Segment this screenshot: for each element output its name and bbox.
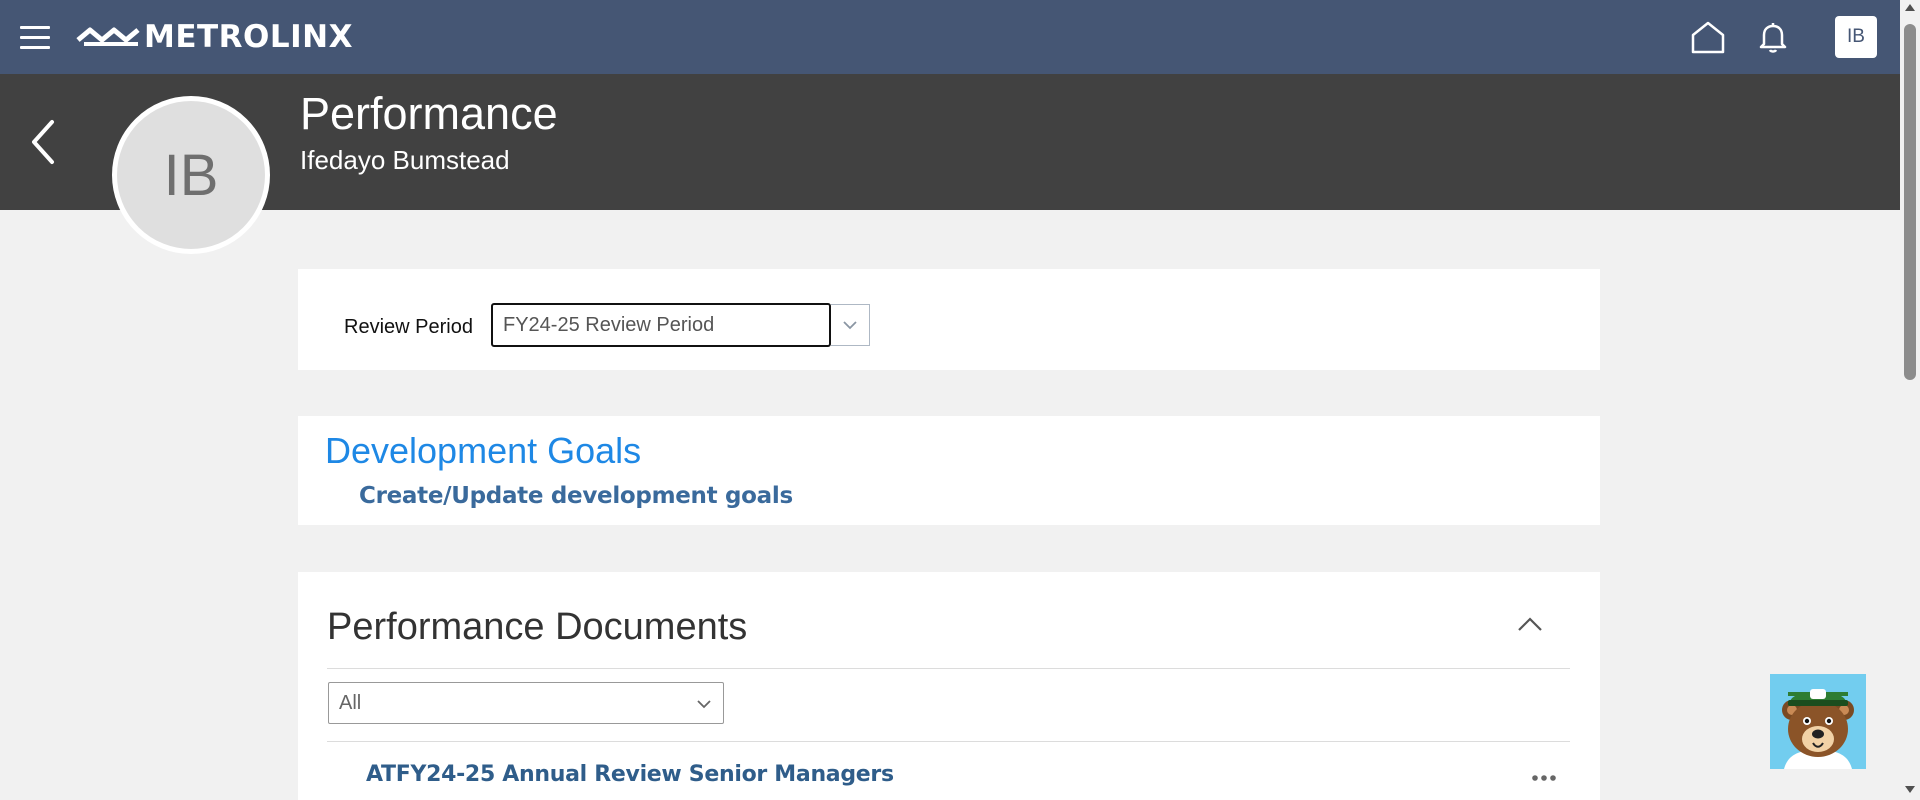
back-arrow-icon[interactable] xyxy=(28,118,58,166)
metrolinx-logo[interactable]: METROLINX xyxy=(76,19,354,55)
performance-documents-title: Performance Documents xyxy=(327,606,748,648)
review-period-dropdown-button[interactable] xyxy=(831,304,870,346)
documents-filter-value: All xyxy=(339,691,362,714)
more-actions-icon[interactable] xyxy=(1531,774,1557,782)
page-scrollbar[interactable] xyxy=(1900,0,1920,800)
chat-assistant-bear-button[interactable] xyxy=(1770,674,1866,769)
scrollbar-thumb[interactable] xyxy=(1904,24,1916,380)
metrolinx-logo-mark-icon xyxy=(76,27,140,46)
document-link[interactable]: ATFY24-25 Annual Review Senior Managers xyxy=(366,762,894,787)
divider xyxy=(327,741,1570,742)
brand-name: METROLINX xyxy=(144,19,354,55)
performance-documents-card: Performance Documents All ATFY24-25 Annu… xyxy=(298,572,1600,800)
avatar: IB xyxy=(112,96,270,254)
chevron-down-icon xyxy=(697,700,711,709)
person-name: Ifedayo Bumstead xyxy=(300,145,510,175)
top-navigation-bar: METROLINX IB xyxy=(0,0,1900,74)
scroll-up-arrow-icon[interactable] xyxy=(1905,4,1915,11)
review-period-card: Review Period FY24-25 Review Period xyxy=(298,269,1600,370)
chevron-down-icon xyxy=(843,321,857,330)
scroll-down-arrow-icon[interactable] xyxy=(1905,786,1915,793)
bear-mascot-icon xyxy=(1782,689,1854,769)
hamburger-menu-icon[interactable] xyxy=(20,26,50,50)
page-title: Performance xyxy=(300,88,558,139)
home-icon[interactable] xyxy=(1690,19,1726,55)
user-menu-button[interactable]: IB xyxy=(1835,16,1877,58)
chevron-up-icon[interactable] xyxy=(1514,612,1546,636)
development-goals-card: Development Goals Create/Update developm… xyxy=(298,416,1600,525)
divider xyxy=(327,668,1570,669)
review-period-select[interactable]: FY24-25 Review Period xyxy=(491,303,831,347)
review-period-label: Review Period xyxy=(344,316,473,338)
profile-header xyxy=(0,74,1900,210)
development-goals-title[interactable]: Development Goals xyxy=(325,430,641,472)
bell-icon[interactable] xyxy=(1756,20,1790,54)
create-update-goals-link[interactable]: Create/Update development goals xyxy=(359,483,793,509)
documents-filter-select[interactable]: All xyxy=(328,682,724,724)
